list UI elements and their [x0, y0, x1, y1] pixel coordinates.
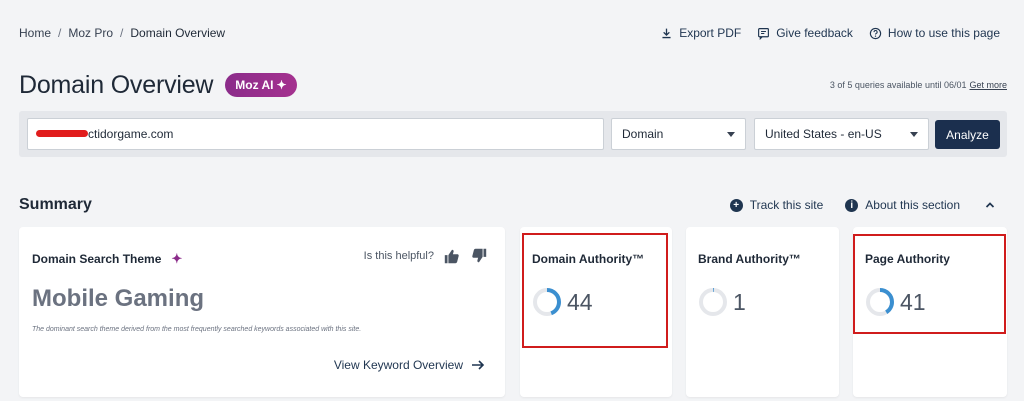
sparkle-icon: ✦ [276, 78, 287, 92]
about-section-label: About this section [865, 198, 960, 212]
help-icon [869, 27, 882, 39]
breadcrumb-home[interactable]: Home [19, 26, 51, 40]
how-to-use-button[interactable]: How to use this page [869, 26, 1000, 40]
track-site-label: Track this site [749, 198, 824, 212]
locale-select[interactable]: United States - en-US [754, 118, 929, 150]
search-type-select[interactable]: Domain [611, 118, 746, 150]
title-row: Domain Overview Moz AI ✦ 3 of 5 queries … [19, 68, 1007, 102]
analyze-button[interactable]: Analyze [935, 120, 1000, 149]
quota-text: 3 of 5 queries available until 06/01 [829, 80, 967, 90]
locale-value: United States - en-US [765, 127, 882, 141]
summary-header: Summary + Track this site i About this s… [19, 195, 998, 215]
breadcrumb: Home / Moz Pro / Domain Overview [19, 26, 225, 40]
view-keyword-overview-link[interactable]: View Keyword Overview [334, 358, 485, 372]
query-quota: 3 of 5 queries available until 06/01 Get … [830, 80, 1007, 90]
get-more-link[interactable]: Get more [969, 80, 1007, 90]
collapse-button[interactable] [982, 197, 998, 213]
header-actions: Export PDF Give feedback How to use this… [660, 26, 1000, 40]
theme-card-header: Domain Search Theme ✦ [32, 251, 182, 267]
breadcrumb-current: Domain Overview [130, 26, 226, 40]
how-to-use-label: How to use this page [887, 26, 1000, 40]
export-pdf-button[interactable]: Export PDF [660, 26, 741, 40]
theme-card-title: Domain Search Theme [32, 252, 162, 266]
annotation-highlight-page-authority [853, 234, 1006, 334]
breadcrumb-separator: / [120, 26, 124, 40]
thumbs-up-icon[interactable] [443, 247, 461, 265]
thumbs-down-icon[interactable] [470, 247, 488, 265]
page-title: Domain Overview [19, 70, 214, 99]
redaction-mark [36, 129, 88, 137]
arrow-right-icon [472, 360, 485, 370]
summary-title: Summary [19, 196, 92, 213]
helpful-label: Is this helpful? [363, 250, 434, 262]
search-type-value: Domain [622, 127, 664, 141]
domain-input[interactable]: ctidorgame.com [27, 118, 604, 150]
title-left: Domain Overview Moz AI ✦ [19, 71, 297, 100]
authority-gauge [699, 288, 727, 316]
chevron-up-icon [985, 202, 995, 208]
chevron-down-icon [727, 131, 735, 137]
search-bar: ctidorgame.com Domain United States - en… [19, 111, 1007, 157]
helpful-feedback: Is this helpful? [364, 247, 488, 265]
annotation-highlight-domain-authority [522, 233, 668, 348]
brand-authority-card: Brand Authority™ 1 [686, 227, 839, 397]
give-feedback-label: Give feedback [776, 26, 853, 40]
info-icon: i [845, 198, 859, 212]
top-bar: Home / Moz Pro / Domain Overview Export … [19, 24, 1000, 42]
metric-value: 1 [733, 288, 746, 315]
search-theme-description: The dominant search theme derived from t… [32, 326, 362, 333]
plus-circle-icon: + [729, 198, 743, 212]
chevron-down-icon [910, 131, 918, 137]
metric-title: Brand Authority™ [698, 252, 801, 266]
summary-actions: + Track this site i About this section [729, 197, 998, 213]
moz-ai-label: Moz AI [235, 78, 274, 92]
breadcrumb-moz-pro[interactable]: Moz Pro [68, 26, 113, 40]
breadcrumb-separator: / [58, 26, 62, 40]
metric-value-row: 1 [698, 287, 746, 317]
search-theme-card: Domain Search Theme ✦ Is this helpful? M… [19, 227, 505, 397]
feedback-icon [758, 27, 770, 40]
view-keyword-overview-label: View Keyword Overview [333, 358, 463, 372]
moz-ai-badge[interactable]: Moz AI ✦ [225, 73, 297, 97]
gauge-track [699, 288, 727, 316]
sparkle-icon: ✦ [171, 251, 183, 266]
track-site-button[interactable]: + Track this site [729, 198, 824, 212]
about-section-button[interactable]: i About this section [845, 198, 960, 212]
download-icon [662, 28, 671, 38]
domain-input-value: ctidorgame.com [88, 127, 174, 141]
search-theme-value: Mobile Gaming [32, 285, 205, 312]
give-feedback-button[interactable]: Give feedback [757, 26, 853, 40]
export-pdf-label: Export PDF [679, 26, 742, 40]
